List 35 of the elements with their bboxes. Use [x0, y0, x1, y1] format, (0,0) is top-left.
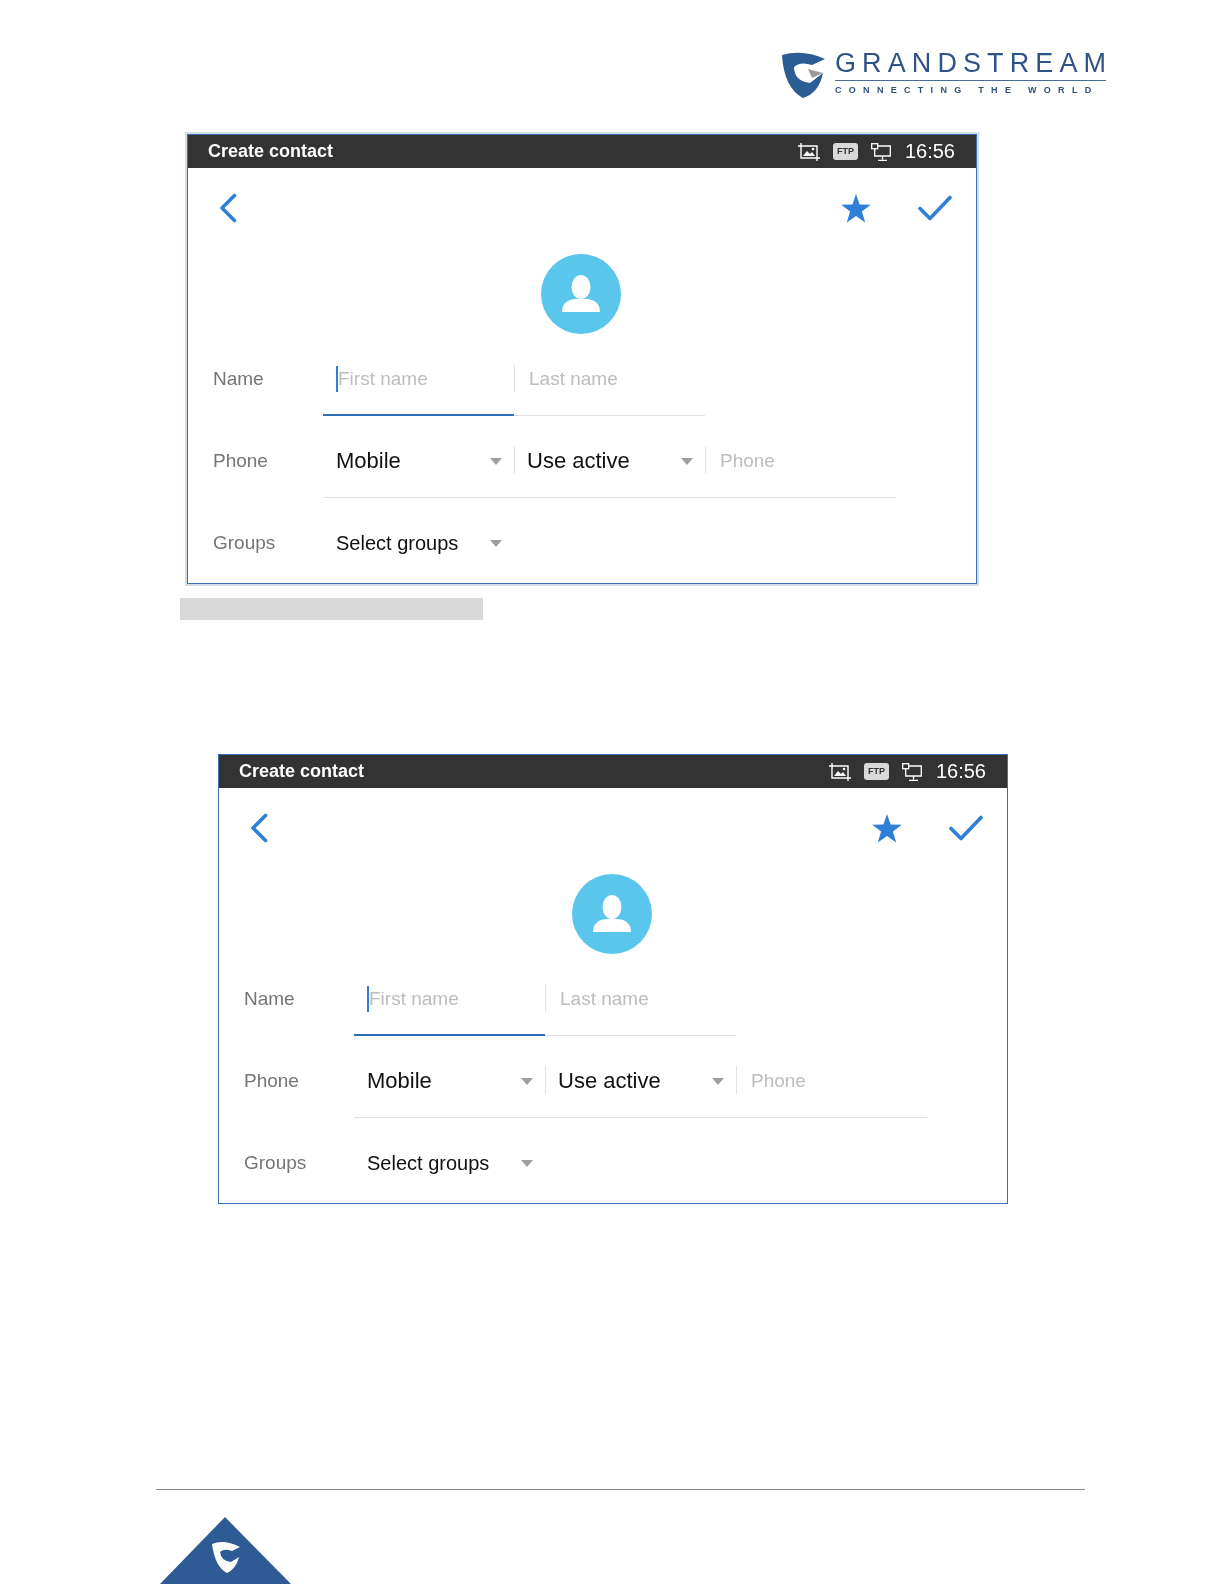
field-label: Name [244, 987, 296, 1011]
field-label: Phone [213, 449, 269, 473]
dropdown-arrow-icon [490, 458, 502, 465]
picture-icon [828, 762, 851, 781]
dropdown-arrow-icon [521, 1160, 533, 1167]
clock-time: 16:56 [904, 140, 955, 163]
back-icon[interactable] [219, 193, 237, 223]
screen-title: Create contact [208, 141, 334, 162]
clock-time: 16:56 [935, 760, 986, 783]
dropdown-arrow-icon [490, 540, 502, 547]
checkmark-icon[interactable] [918, 195, 952, 221]
ftp-badge: FTP [863, 763, 889, 780]
dropdown-arrow-icon [521, 1078, 533, 1085]
monitor-icon [870, 142, 891, 161]
logo-icon [781, 50, 827, 98]
dropdown[interactable]: Select groups [323, 498, 514, 580]
field-label: Name [213, 367, 265, 391]
dropdown-arrow-icon [712, 1078, 724, 1085]
star-icon[interactable] [872, 813, 902, 843]
monitor-icon [901, 762, 922, 781]
ftp-badge: FTP [832, 143, 858, 160]
screen-title: Create contact [239, 761, 365, 782]
field-label: Groups [213, 531, 277, 555]
dropdown-arrow-icon [681, 458, 693, 465]
tagline: CONNECTING THE WORLD [835, 85, 1100, 95]
picture-icon [797, 142, 820, 161]
checkmark-icon[interactable] [949, 815, 983, 841]
brand-name: GRANDSTREAM [835, 50, 1113, 77]
star-icon[interactable] [841, 193, 871, 223]
dropdown[interactable]: Select groups [354, 1118, 545, 1200]
field-label: Groups [244, 1151, 308, 1175]
back-icon[interactable] [250, 813, 268, 843]
text-cursor [367, 986, 369, 1012]
text-cursor [336, 366, 338, 392]
field-label: Phone [244, 1069, 300, 1093]
